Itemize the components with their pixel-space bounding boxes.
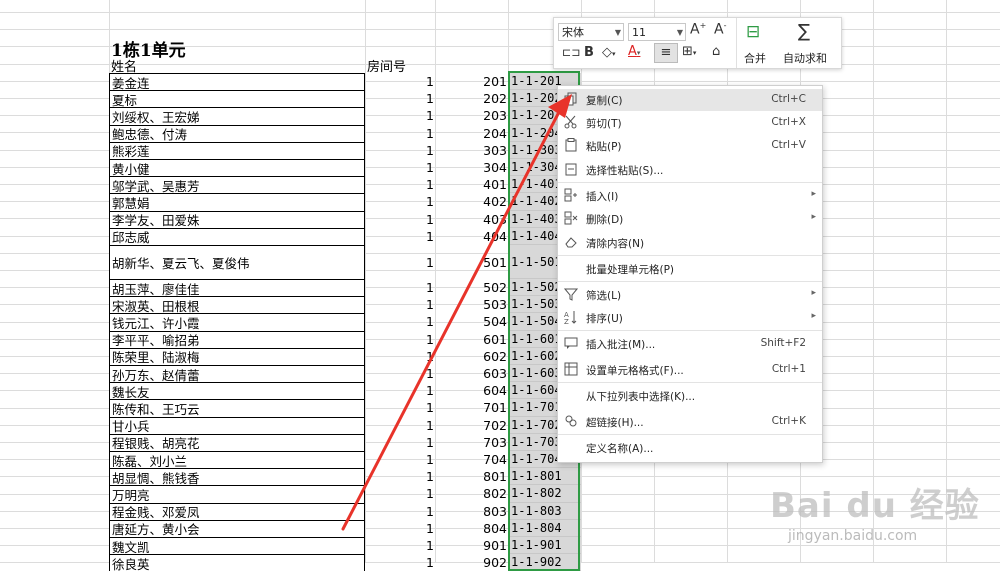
watermark: Bai du 经验 jingyan.baidu.com	[770, 470, 1000, 560]
arrow-line	[341, 110, 561, 531]
watermark-url: jingyan.baidu.com	[788, 528, 918, 544]
watermark-logo: Bai du 经验	[770, 486, 980, 526]
arrow-head	[548, 94, 572, 118]
